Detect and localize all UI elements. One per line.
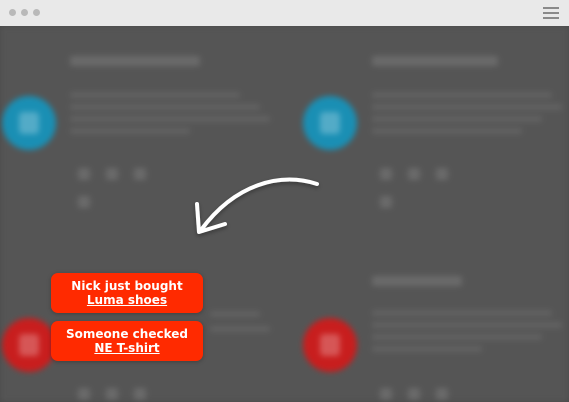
feature-icon [303, 318, 357, 372]
feature-text [372, 92, 552, 98]
feature-text [210, 326, 270, 332]
social-icon [78, 196, 90, 208]
feature-heading [372, 276, 462, 286]
social-icon [408, 168, 420, 180]
social-icon [134, 388, 146, 400]
notification-text: Nick just bought [71, 279, 183, 293]
window-dot-icon[interactable] [33, 9, 40, 16]
notification-text: Someone checked [66, 327, 188, 341]
feature-text [70, 128, 190, 134]
feature-icon [2, 96, 56, 150]
feature-text [372, 116, 542, 122]
curved-arrow-icon [195, 177, 319, 234]
feature-text [372, 104, 562, 110]
title-bar [0, 0, 569, 26]
feature-text [372, 128, 522, 134]
feature-heading [372, 56, 498, 66]
feature-text [210, 311, 260, 317]
social-icon [380, 388, 392, 400]
purchase-notification[interactable]: Nick just bought Luma shoes [51, 273, 203, 313]
product-link[interactable]: Luma shoes [51, 293, 203, 307]
social-icon [436, 168, 448, 180]
social-icon [134, 168, 146, 180]
feature-icon [2, 318, 56, 372]
feature-text [70, 104, 260, 110]
feature-text [372, 346, 482, 352]
social-icon [106, 168, 118, 180]
window-dot-icon[interactable] [21, 9, 28, 16]
social-icon [380, 168, 392, 180]
social-icon [78, 168, 90, 180]
social-icon [408, 388, 420, 400]
feature-text [372, 310, 552, 316]
social-icon [106, 388, 118, 400]
social-icon [78, 388, 90, 400]
feature-heading [70, 56, 200, 66]
browser-window: Nick just bought Luma shoes Someone chec… [0, 0, 569, 402]
social-icon [380, 196, 392, 208]
checked-notification[interactable]: Someone checked NE T-shirt [51, 321, 203, 361]
feature-text [372, 334, 542, 340]
hamburger-menu-icon[interactable] [543, 6, 559, 20]
feature-text [70, 116, 270, 122]
feature-text [372, 322, 562, 328]
social-icon [436, 388, 448, 400]
feature-text [70, 92, 240, 98]
window-dot-icon[interactable] [9, 9, 16, 16]
product-link[interactable]: NE T-shirt [51, 341, 203, 355]
feature-icon [303, 96, 357, 150]
